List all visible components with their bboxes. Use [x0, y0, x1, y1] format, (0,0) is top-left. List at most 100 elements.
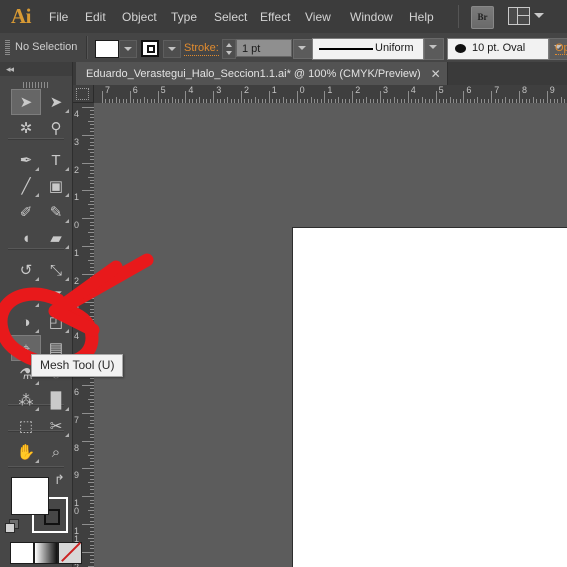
- menu-item-edit[interactable]: Edit: [81, 9, 110, 25]
- eraser-tool[interactable]: ▰: [41, 225, 71, 251]
- tool-flyout-indicator[interactable]: [65, 277, 69, 281]
- rectangle-tool[interactable]: ▣: [41, 173, 71, 199]
- paintbrush-tool[interactable]: ✐: [11, 199, 41, 225]
- horizontal-ruler[interactable]: 7 6 5 4 3 2 1 0 1 2 3 4 5 6 7 8 9: [94, 85, 567, 104]
- menu-item-help[interactable]: Help: [405, 9, 438, 25]
- ruler-label: 1: [74, 192, 80, 203]
- tool-flyout-indicator[interactable]: [65, 219, 69, 223]
- rotate-tool[interactable]: ↺: [11, 257, 41, 283]
- menu-item-select[interactable]: Select: [210, 9, 251, 25]
- ruler-label: 2: [74, 275, 80, 286]
- artboard[interactable]: [292, 227, 567, 567]
- tool-flyout-indicator[interactable]: [35, 381, 39, 385]
- ruler-label: 4: [410, 85, 416, 95]
- default-fill-stroke-icon[interactable]: [5, 519, 19, 533]
- pencil-tool[interactable]: ✎: [41, 199, 71, 225]
- ruler-major-tick: [268, 91, 270, 103]
- hand-tool[interactable]: ✋: [11, 439, 41, 465]
- fill-color-dropdown[interactable]: [119, 40, 137, 58]
- tool-flyout-indicator[interactable]: [65, 433, 69, 437]
- chevron-down-icon[interactable]: [534, 13, 544, 18]
- swap-fill-stroke-icon[interactable]: ↰: [54, 472, 65, 488]
- tool-flyout-indicator[interactable]: [65, 193, 69, 197]
- document-tab[interactable]: Eduardo_Verastegui_Halo_Seccion1.1.ai* @…: [76, 62, 448, 85]
- lasso-tool[interactable]: ⚲: [41, 115, 71, 141]
- tool-flyout-indicator[interactable]: [35, 329, 39, 333]
- stroke-color-swatch[interactable]: [141, 40, 159, 57]
- ruler-major-tick: [241, 91, 242, 103]
- tools-panel-titlebar[interactable]: ◂◂: [0, 62, 72, 76]
- collapse-panel-icon[interactable]: ◂◂: [6, 65, 14, 74]
- line-segment-tool[interactable]: ╱: [11, 173, 41, 199]
- shape-builder-tool[interactable]: ◑: [11, 309, 41, 335]
- ruler-label: 6: [74, 387, 80, 397]
- fill-color-large[interactable]: [11, 477, 49, 515]
- tool-flyout-indicator[interactable]: [65, 109, 69, 113]
- menu-item-object[interactable]: Object: [118, 9, 161, 25]
- control-bar-grip[interactable]: [5, 40, 10, 56]
- tools-panel-grip[interactable]: [23, 82, 49, 88]
- none-fill-mode-button[interactable]: [58, 542, 82, 564]
- symbol-sprayer-tool[interactable]: ⁂: [11, 387, 41, 413]
- width-tool[interactable]: ∿: [11, 283, 41, 309]
- canvas-area[interactable]: [94, 103, 567, 567]
- bridge-icon[interactable]: Br: [471, 6, 494, 29]
- tool-flyout-indicator[interactable]: [35, 303, 39, 307]
- stepper-down-icon[interactable]: [226, 51, 232, 55]
- tool-flyout-indicator[interactable]: [35, 459, 39, 463]
- stroke-color-dropdown[interactable]: [163, 40, 181, 58]
- brush-definition-select[interactable]: 10 pt. Oval: [447, 38, 549, 60]
- arrange-documents-icon[interactable]: [508, 7, 530, 25]
- opacity-label[interactable]: Opacity:: [555, 42, 567, 55]
- selection-tool[interactable]: ➤: [11, 89, 41, 115]
- stepper-up-icon[interactable]: [226, 43, 232, 47]
- tool-flyout-indicator[interactable]: [65, 245, 69, 249]
- menu-item-view[interactable]: View: [301, 9, 335, 25]
- stroke-profile-dropdown[interactable]: [424, 38, 444, 60]
- tools-panel: ◂◂ ➤➤✲⚲✒T╱▣✐✎◖▰↺⤡∿◤◑◰⌖▤⚗◌⁂█⬚✂✋⌕ ↰ ◐ ◑ ◒: [0, 62, 82, 567]
- tool-flyout-indicator[interactable]: [35, 167, 39, 171]
- column-graph-tool[interactable]: █: [41, 387, 71, 413]
- gradient-fill-mode-button[interactable]: [34, 542, 58, 564]
- ruler-major-tick: [82, 385, 94, 386]
- type-tool[interactable]: T: [41, 147, 71, 173]
- zoom-tool[interactable]: ⌕: [41, 439, 71, 465]
- pen-tool[interactable]: ✒: [11, 147, 41, 173]
- ruler-major-tick: [82, 412, 94, 414]
- tool-flyout-indicator[interactable]: [35, 407, 39, 411]
- tooltip: Mesh Tool (U): [31, 354, 124, 377]
- menu-item-window[interactable]: Window: [346, 9, 397, 25]
- slice-tool[interactable]: ✂: [41, 413, 71, 439]
- tool-group-divider: [8, 466, 64, 468]
- free-transform-tool[interactable]: ◤: [41, 283, 71, 309]
- tool-flyout-indicator[interactable]: [65, 329, 69, 333]
- direct-selection-tool[interactable]: ➤: [41, 89, 71, 115]
- menu-item-effect[interactable]: Effect: [256, 9, 294, 25]
- stroke-weight-input[interactable]: 1 pt: [236, 39, 292, 57]
- blob-brush-tool[interactable]: ◖: [11, 225, 41, 251]
- stroke-weight-stepper[interactable]: [222, 39, 236, 59]
- menu-item-type[interactable]: Type: [167, 9, 201, 25]
- ruler-label: 1: [74, 248, 80, 258]
- perspective-grid-tool[interactable]: ◰: [41, 309, 71, 335]
- tool-flyout-indicator[interactable]: [35, 193, 39, 197]
- color-fill-mode-button[interactable]: [10, 542, 34, 564]
- ruler-label: 4: [188, 85, 194, 95]
- vertical-ruler[interactable]: 43210123456789101112: [72, 103, 95, 567]
- tool-flyout-indicator[interactable]: [35, 277, 39, 281]
- ruler-label: 2: [244, 85, 250, 95]
- stroke-weight-dropdown[interactable]: [293, 39, 313, 59]
- ruler-label: 5: [160, 85, 166, 95]
- stroke-weight-label[interactable]: Stroke:: [184, 42, 219, 56]
- ruler-origin-corner[interactable]: [72, 85, 94, 103]
- stroke-profile-select[interactable]: Uniform: [312, 38, 424, 60]
- tool-flyout-indicator[interactable]: [65, 303, 69, 307]
- tool-flyout-indicator[interactable]: [65, 167, 69, 171]
- artboard-tool[interactable]: ⬚: [11, 413, 41, 439]
- tool-flyout-indicator[interactable]: [65, 407, 69, 411]
- scale-tool[interactable]: ⤡: [41, 257, 71, 283]
- fill-color-swatch[interactable]: [95, 40, 119, 58]
- menu-item-file[interactable]: File: [45, 9, 72, 25]
- magic-wand-tool[interactable]: ✲: [11, 115, 41, 141]
- close-icon[interactable]: ✕: [431, 68, 441, 80]
